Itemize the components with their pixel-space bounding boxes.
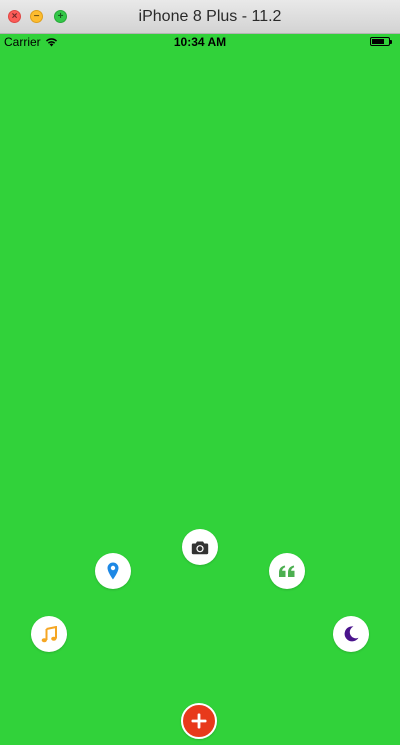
camera-icon bbox=[191, 541, 209, 554]
location-button[interactable] bbox=[95, 553, 131, 589]
map-pin-icon bbox=[107, 562, 119, 580]
plus-icon bbox=[191, 713, 207, 729]
moon-icon bbox=[344, 626, 359, 642]
moon-button[interactable] bbox=[333, 616, 369, 652]
add-menu-button[interactable] bbox=[181, 703, 217, 739]
window-title-bar: × − + iPhone 8 Plus - 11.2 bbox=[0, 0, 400, 34]
simulator-window: × − + iPhone 8 Plus - 11.2 Carrier 10:34… bbox=[0, 0, 400, 745]
window-title: iPhone 8 Plus - 11.2 bbox=[138, 8, 282, 25]
status-bar: Carrier 10:34 AM bbox=[0, 34, 400, 50]
battery-level bbox=[372, 39, 384, 44]
status-time: 10:34 AM bbox=[173, 35, 227, 49]
quote-button[interactable] bbox=[269, 553, 305, 589]
quote-icon bbox=[279, 565, 295, 577]
music-note-icon bbox=[41, 625, 57, 642]
camera-button[interactable] bbox=[182, 529, 218, 565]
music-button[interactable] bbox=[31, 616, 67, 652]
battery-icon bbox=[370, 37, 392, 46]
